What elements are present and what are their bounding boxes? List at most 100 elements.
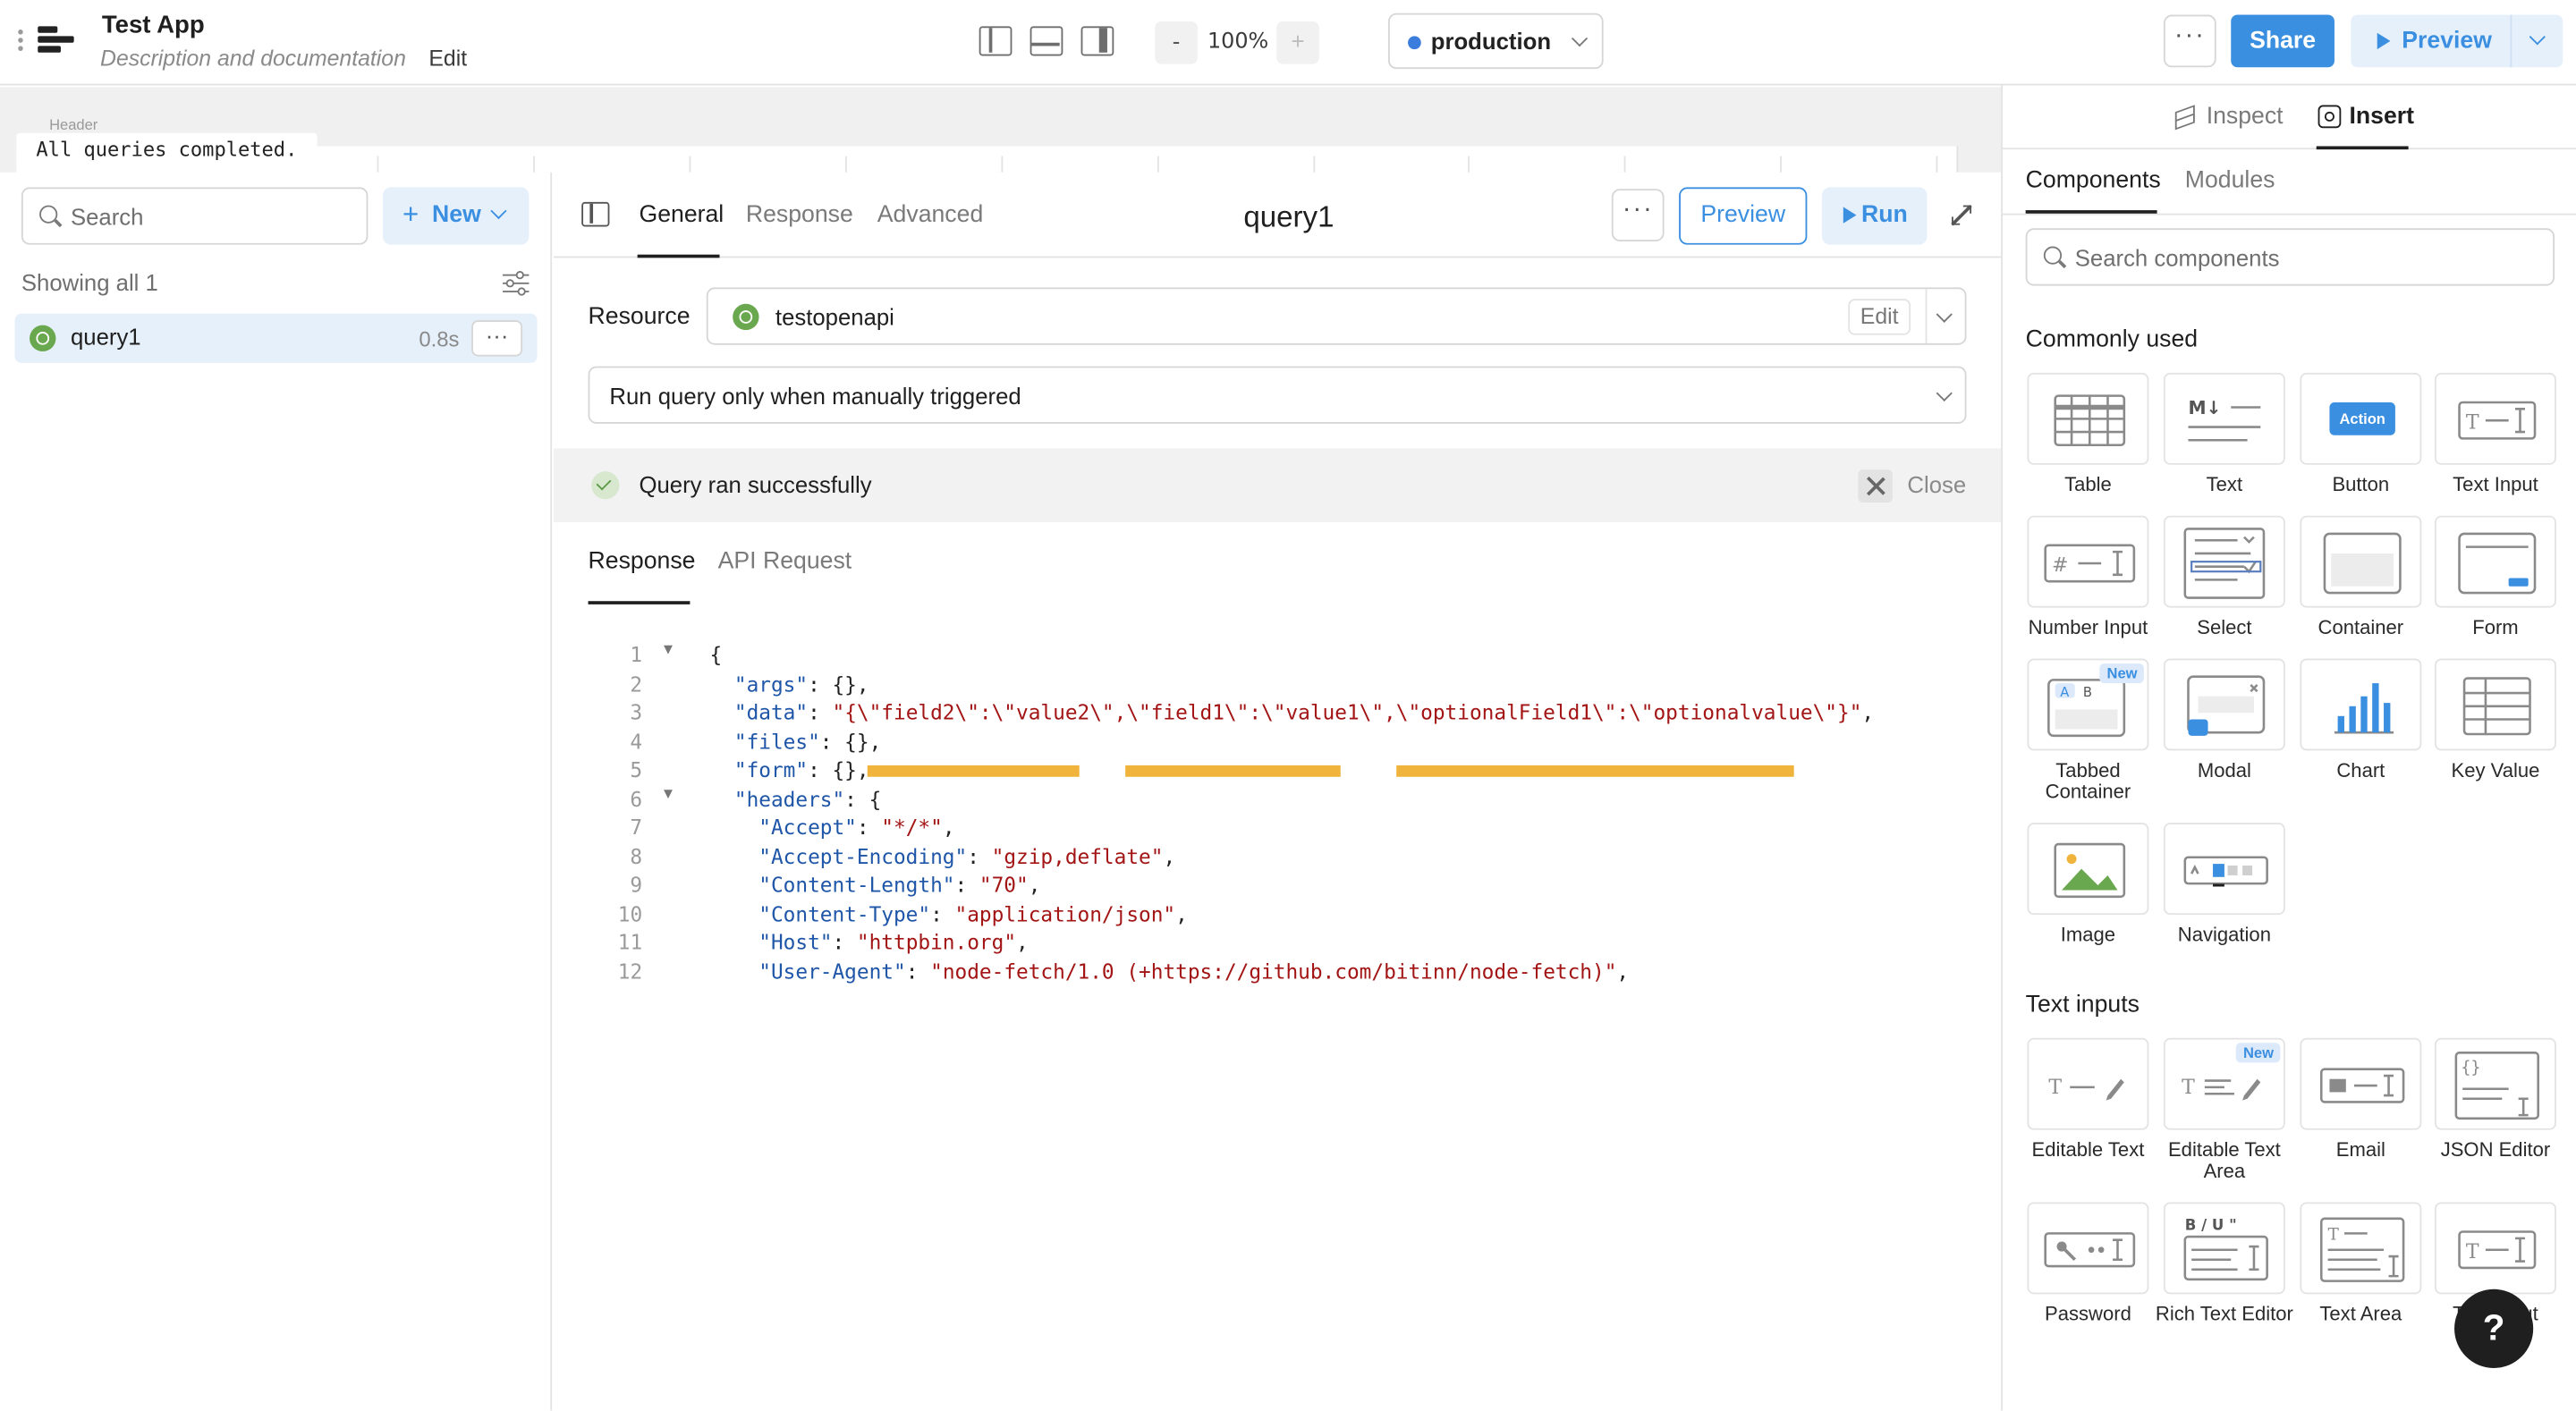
component-tile-text-area[interactable]: T Text Area (2300, 1202, 2422, 1325)
app-more-button[interactable]: ··· (2163, 14, 2216, 68)
component-tile-editable-text[interactable]: T Editable Text (2027, 1037, 2149, 1162)
component-tile-json-editor[interactable]: {} JSON Editor (2434, 1037, 2556, 1162)
fold-toggle-icon[interactable]: ▼ (664, 786, 673, 802)
json-line: 10 "Content-Type": "application/json", (554, 900, 2001, 929)
preview-label: Preview (2402, 28, 2492, 55)
filter-settings-icon[interactable] (503, 271, 530, 296)
preview-options-chevron-icon[interactable] (2529, 29, 2546, 46)
app-canvas[interactable]: Header All queries completed. (0, 87, 2002, 173)
component-tile-text[interactable]: M↓ Text (2163, 372, 2285, 496)
action-button-icon: Action (2300, 372, 2422, 465)
component-tile-rich-text-editor[interactable]: B / U " Rich Text Editor (2156, 1202, 2293, 1325)
query-more-button[interactable]: ··· (471, 320, 523, 357)
select-divider (1925, 289, 1928, 343)
component-tile-editable-text-area[interactable]: T New Editable Text Area (2163, 1037, 2285, 1183)
status-banner: Query ran successfully Close (553, 448, 2002, 523)
api-resource-icon (733, 303, 759, 331)
component-tile-text-input[interactable]: T Text Input (2434, 372, 2556, 496)
svg-text:T: T (2182, 1077, 2195, 1099)
query-title[interactable]: query1 (1243, 200, 1334, 235)
preview-button[interactable]: Preview (2351, 14, 2563, 68)
json-key: "User-Agent" (758, 958, 906, 984)
app-logo-icon[interactable] (38, 26, 74, 55)
app-description[interactable]: Description and documentation (100, 46, 406, 71)
new-badge: New (2100, 663, 2144, 684)
help-button[interactable]: ? (2454, 1288, 2534, 1368)
component-tile-key-value[interactable]: Key Value (2434, 658, 2556, 782)
drag-handle-icon[interactable] (18, 30, 24, 53)
toggle-query-list-icon[interactable] (581, 201, 610, 227)
run-trigger-select[interactable]: Run query only when manually triggered (588, 366, 1967, 424)
maximize-icon[interactable] (1951, 205, 1972, 226)
component-tile-image[interactable]: Image (2027, 823, 2149, 946)
json-line: 11 "Host": "httpbin.org", (554, 930, 2001, 959)
json-string: "gzip,deflate" (991, 843, 1164, 868)
tab-api-request[interactable]: API Request (718, 548, 852, 574)
component-tile-tabbed-container[interactable]: A B New Tabbed Container (2027, 658, 2149, 804)
query-preview-button[interactable]: Preview (1679, 187, 1808, 245)
share-button[interactable]: Share (2231, 14, 2334, 68)
tab-general[interactable]: General (639, 202, 724, 228)
component-label: Password (2045, 1302, 2131, 1326)
json-text: "form": {}, (709, 757, 869, 782)
edit-resource-button[interactable]: Edit (1848, 299, 1911, 335)
json-line: 4 "files": {}, (554, 729, 2001, 757)
resource-label: Resource (588, 303, 691, 331)
tab-response[interactable]: Response (746, 202, 853, 228)
component-tile-password[interactable]: Password (2027, 1202, 2149, 1325)
insert-subtabs: Components Modules (2002, 149, 2576, 215)
component-search-input[interactable]: Search components (2025, 228, 2555, 286)
tab-modules[interactable]: Modules (2185, 167, 2275, 193)
run-query-button[interactable]: Run (1821, 187, 1928, 245)
component-tile-select[interactable]: Select (2163, 515, 2285, 639)
svg-text:B: B (2083, 685, 2092, 700)
zoom-in-button[interactable]: + (1276, 21, 1319, 64)
right-panel-toggle-icon[interactable] (1080, 26, 1114, 56)
json-line: 1 ▼ { (554, 642, 2001, 671)
json-key: "args" (733, 671, 809, 696)
query-more-button[interactable]: ··· (1611, 189, 1665, 241)
line-number: 3 (630, 699, 643, 724)
query-list-item[interactable]: query1 0.8s ··· (14, 313, 538, 363)
line-number: 12 (617, 958, 643, 984)
resource-select[interactable]: testopenapi Edit (706, 287, 1967, 345)
top-bar: Test App Description and documentation E… (0, 0, 2576, 86)
query-runtime: 0.8s (419, 326, 460, 352)
close-icon[interactable] (1858, 469, 1893, 503)
component-tile-form[interactable]: Form (2434, 515, 2556, 639)
component-label: Chart (2336, 758, 2385, 782)
component-tile-chart[interactable]: Chart (2300, 658, 2422, 782)
header-frame-label[interactable]: Header (49, 116, 97, 132)
text-input-icon: T (2434, 372, 2556, 465)
tab-inspect[interactable]: Inspect (2207, 104, 2284, 130)
app-title[interactable]: Test App (102, 12, 205, 39)
json-punctuation: { (709, 642, 723, 667)
tab-advanced[interactable]: Advanced (877, 202, 983, 228)
component-tile-navigation[interactable]: Navigation (2163, 823, 2285, 946)
component-tile-number-input[interactable]: # Number Input (2027, 515, 2149, 639)
component-tile-button[interactable]: Action Button (2300, 372, 2422, 496)
new-query-button[interactable]: + New (382, 187, 530, 245)
edit-description-link[interactable]: Edit (428, 46, 467, 71)
component-label: Container (2318, 615, 2404, 639)
component-tile-modal[interactable]: Modal (2163, 658, 2285, 782)
query-search-input[interactable]: Search (21, 187, 369, 245)
component-label: Select (2197, 615, 2252, 639)
component-tile-email[interactable]: Email (2300, 1037, 2422, 1162)
component-label: Image (2060, 923, 2116, 946)
bottom-panel-toggle-icon[interactable] (1030, 26, 1063, 56)
json-line: 3 "data": "{\"field2\":\"value2\",\"fiel… (554, 699, 2001, 728)
tab-response-output[interactable]: Response (589, 548, 696, 574)
tab-components[interactable]: Components (2026, 167, 2161, 193)
component-tile-container[interactable]: Container (2300, 515, 2422, 639)
response-json-viewer[interactable]: 1 ▼{2 "args": {}, 3 "data": "{\"field2\":\… (554, 632, 2001, 1027)
line-number: 7 (630, 815, 643, 840)
line-number: 4 (630, 728, 643, 754)
left-panel-toggle-icon[interactable] (979, 26, 1013, 56)
tab-insert[interactable]: Insert (2349, 104, 2414, 130)
environment-select[interactable]: production (1388, 13, 1604, 70)
fold-toggle-icon[interactable]: ▼ (664, 642, 673, 658)
zoom-out-button[interactable]: - (1155, 21, 1198, 64)
component-tile-table[interactable]: Table (2027, 372, 2149, 496)
close-banner-button[interactable]: Close (1907, 471, 1966, 497)
